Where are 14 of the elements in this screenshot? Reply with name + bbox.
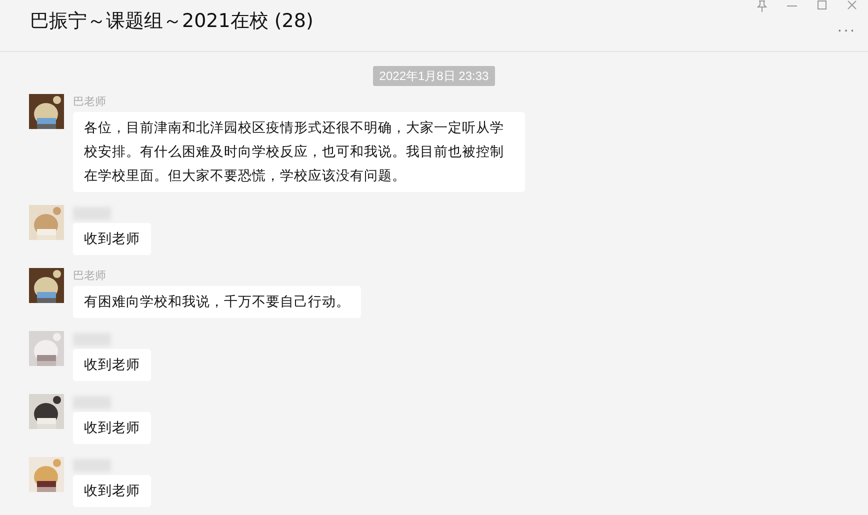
message-bubble: 收到老师 <box>73 475 151 507</box>
maximize-icon[interactable] <box>816 0 828 12</box>
message-bubble: 收到老师 <box>73 223 151 255</box>
more-button[interactable]: ··· <box>837 22 856 38</box>
message-bubble: 各位，目前津南和北洋园校区疫情形式还很不明确，大家一定听从学校安排。有什么困难及时向学校反应，也可和我说。我目前也被控制在学校里面。但大家不要恐慌，学校应该没有问题。 <box>73 112 525 192</box>
message-bubble: 收到老师 <box>73 349 151 381</box>
window-title: 巴振宁～课题组～2021在校 (28) <box>30 9 314 34</box>
close-icon[interactable] <box>846 0 858 12</box>
sender-name: 巴老师 <box>73 95 107 109</box>
message-bubble: 有困难向学校和我说，千万不要自己行动。 <box>73 286 361 318</box>
message-bubble: 收到老师 <box>73 412 151 444</box>
pin-icon[interactable] <box>756 0 768 12</box>
sender-name: 巴老师 <box>73 269 107 283</box>
timestamp: 2022年1月8日 23:33 <box>373 66 495 86</box>
